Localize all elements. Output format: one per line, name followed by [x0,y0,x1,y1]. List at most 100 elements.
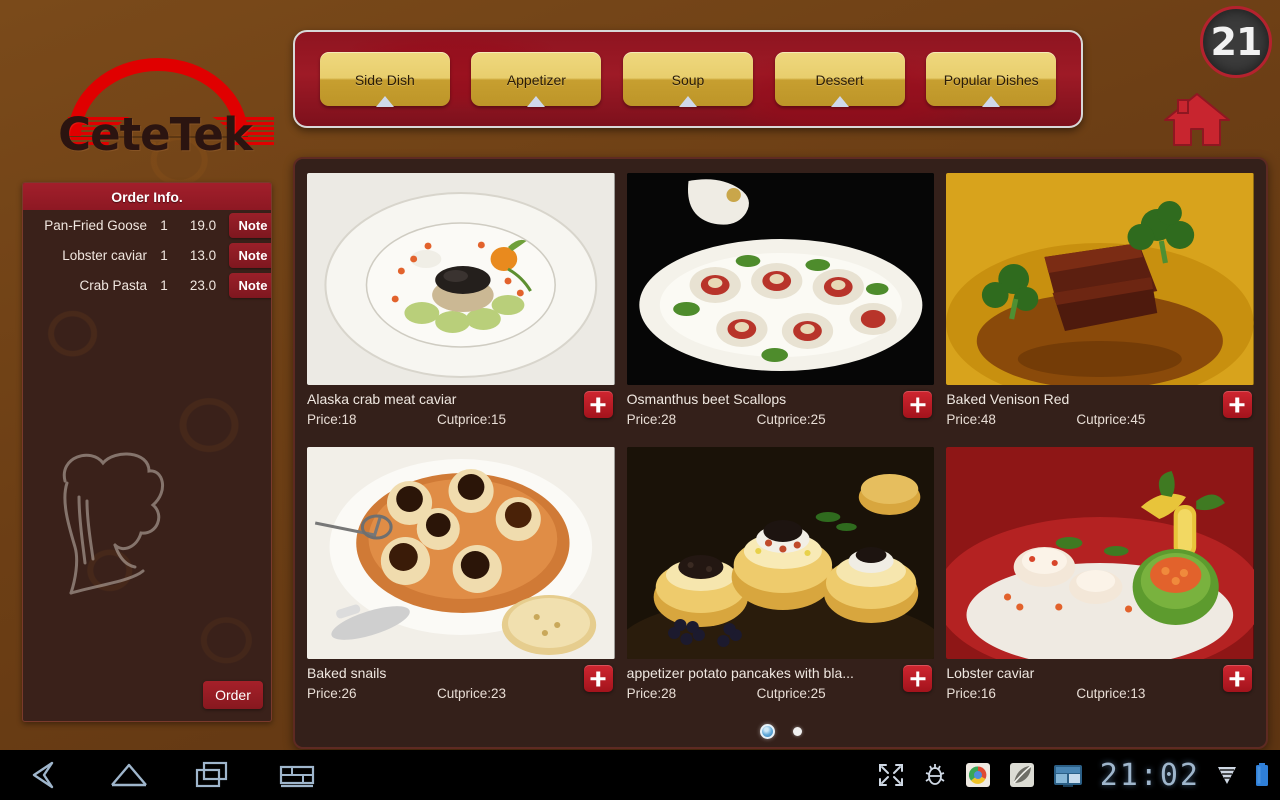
dish-cutprice: Cutprice:25 [756,686,826,701]
add-dish-button[interactable] [903,391,933,418]
note-button[interactable]: Note [229,242,271,268]
dish-prices: Price:16 Cutprice:13 [946,684,1208,703]
dish-image [946,173,1254,385]
pagination-dots [295,724,1266,739]
dish-card[interactable]: Baked Venison Red Price:48 Cutprice:45 [946,173,1254,439]
page-dot-2[interactable] [792,727,802,736]
dish-cutprice: Cutprice:45 [1076,412,1146,427]
recents-icon[interactable] [190,759,236,791]
dish-card[interactable]: appetizer potato pancakes with bla... Pr… [626,447,935,713]
lobster-caviar-plate-image [946,447,1254,659]
order-item-name: Lobster caviar [62,247,147,263]
dish-image [307,173,615,385]
dish-price: Price:28 [626,412,677,427]
dish-price: Price:48 [946,412,996,427]
order-item-name: Crab Pasta [79,277,147,293]
usb-debug-icon[interactable] [922,761,948,789]
order-item-price: 13.0 [189,247,217,263]
tab-dessert[interactable]: Dessert [774,52,905,107]
add-dish-button[interactable] [903,665,933,692]
dish-card[interactable]: Baked snails Price:26 Cutprice:23 [307,447,615,713]
dish-prices: Price:18 Cutprice:15 [307,410,569,429]
order-item-qty: 1 [160,217,168,233]
dish-card[interactable]: Alaska crab meat caviar Price:18 Cutpric… [307,173,615,439]
tab-label: Appetizer [506,72,566,88]
dish-name: Alaska crab meat caviar [307,391,457,407]
scallops-platter-dark-image [626,173,935,385]
note-button[interactable]: Note [229,272,271,298]
keyboard-icon[interactable] [274,759,320,791]
dish-price: Price:28 [626,686,677,701]
category-tabbar: Side Dish Appetizer Soup Dessert Popular… [293,30,1083,128]
order-item-name: Pan-Fried Goose [44,217,147,233]
home-icon[interactable] [106,759,152,791]
tab-marker-icon [830,96,849,107]
dish-prices: Price:28 Cutprice:25 [627,684,889,703]
tab-label: Soup [671,72,705,88]
dish-prices: Price:28 Cutprice:25 [627,410,889,429]
home-button[interactable] [1162,90,1232,148]
screenshot-icon[interactable] [1052,761,1084,789]
system-clock: 21:02 [1099,757,1200,793]
dish-price: Price:16 [946,686,996,701]
tab-marker-icon [375,96,394,107]
dish-name: Lobster caviar [946,665,1035,681]
order-item-price: 23.0 [189,277,217,293]
dish-cutprice: Cutprice:23 [437,686,507,701]
back-icon[interactable] [22,759,68,791]
dish-card[interactable]: Lobster caviar Price:16 Cutprice:13 [946,447,1254,713]
note-button[interactable]: Note [229,212,271,238]
tab-popular-dishes[interactable]: Popular Dishes [926,52,1057,107]
tab-soup[interactable]: Soup [622,52,753,107]
dish-price: Price:18 [307,412,357,427]
order-item-row: Pan-Fried Goose 1 19.0 Note [23,210,271,240]
brand-logo: CeteTek [30,30,280,161]
tab-label: Side Dish [354,72,415,88]
tab-side-dish[interactable]: Side Dish [319,52,450,107]
order-item-row: Lobster caviar 1 13.0 Note [23,240,271,270]
order-item-price: 19.0 [189,217,217,233]
order-info-title: Order Info. [23,183,271,210]
order-button[interactable]: Order [203,681,263,709]
brand-name: CeteTek [58,108,253,161]
dish-card[interactable]: Osmanthus beet Scallops Price:28 Cutpric… [626,173,935,439]
fullscreen-icon[interactable] [876,761,906,789]
dish-name: appetizer potato pancakes with bla... [626,665,854,681]
dish-info: Alaska crab meat caviar Price:18 Cutpric… [307,385,615,429]
order-info-panel: Order Info. Pan-Fried Goose 1 19.0 Note … [22,182,272,722]
dish-prices: Price:26 Cutprice:23 [307,684,569,703]
leaf-app-icon[interactable] [1008,761,1036,789]
add-dish-button[interactable] [1222,391,1252,418]
order-item-qty: 1 [160,277,168,293]
dish-info: Lobster caviar Price:16 Cutprice:13 [946,659,1254,703]
tab-label: Popular Dishes [943,72,1039,88]
add-dish-button[interactable] [583,665,613,692]
table-number-badge: 21 [1200,6,1272,78]
dish-cutprice: Cutprice:25 [756,412,826,427]
dish-prices: Price:48 Cutprice:45 [946,410,1208,429]
dish-grid: Alaska crab meat caviar Price:18 Cutpric… [295,159,1266,719]
tab-marker-icon [678,96,697,107]
add-dish-button[interactable] [583,391,613,418]
system-nav-buttons [0,759,320,791]
tab-appetizer[interactable]: Appetizer [471,52,602,107]
dish-info: Osmanthus beet Scallops Price:28 Cutpric… [627,385,935,429]
table-number: 21 [1210,20,1263,64]
dish-image [946,447,1254,659]
dish-grid-panel: Alaska crab meat caviar Price:18 Cutpric… [293,157,1268,749]
dish-price: Price:26 [307,686,357,701]
order-item-qty: 1 [160,247,168,263]
battery-icon [1256,763,1268,786]
dish-image [626,173,935,385]
dish-info: Baked Venison Red Price:48 Cutprice:45 [946,385,1254,429]
browser-icon[interactable] [964,761,992,789]
dish-image [307,447,615,659]
chef-hat-icon [62,452,164,595]
page-dot-1[interactable] [759,724,775,739]
android-system-bar: 21:02 [0,750,1280,800]
add-dish-button[interactable] [1222,665,1252,692]
potato-pancakes-caviar-image [626,447,935,659]
home-icon [1164,93,1230,146]
dish-name: Baked snails [307,665,387,681]
tab-label: Dessert [815,72,864,88]
